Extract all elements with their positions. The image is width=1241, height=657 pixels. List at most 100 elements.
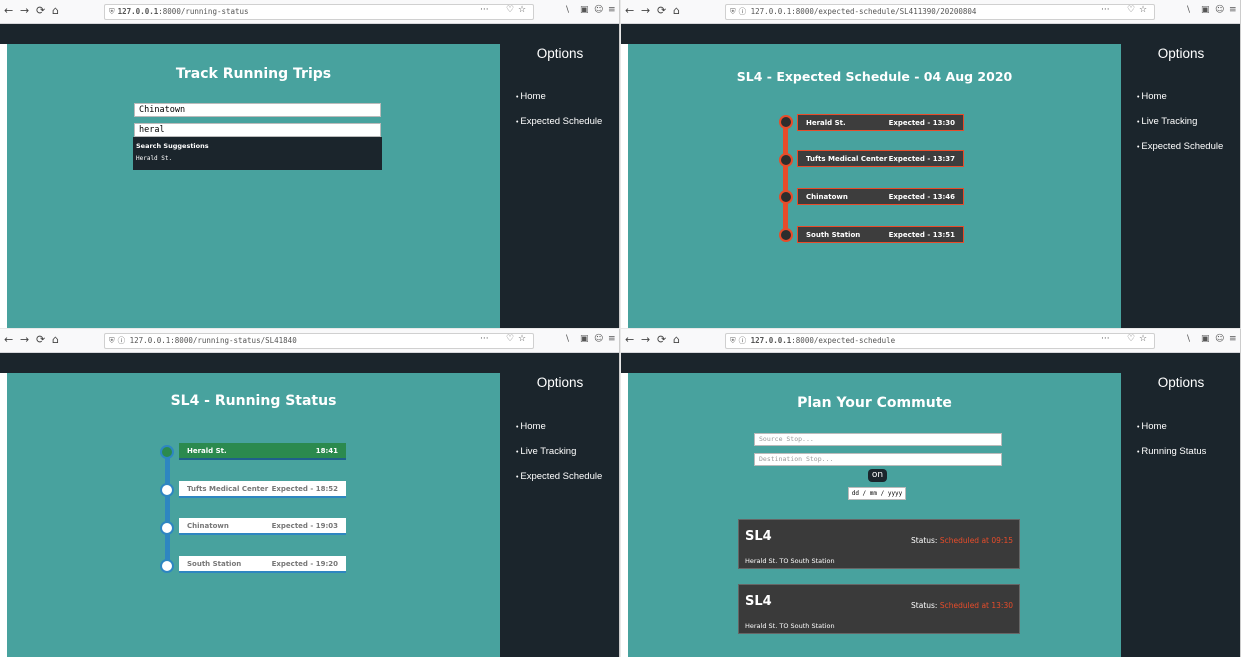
sidebar-icon[interactable]: ▣ — [1201, 5, 1210, 15]
pocket-icon[interactable]: ♡ — [1127, 5, 1135, 15]
more-icon[interactable]: ··· — [1101, 334, 1110, 344]
account-icon[interactable]: ☺ — [1215, 5, 1224, 15]
star-icon[interactable]: ☆ — [1139, 334, 1147, 344]
reload-icon[interactable]: ⟳ — [657, 4, 666, 18]
back-icon[interactable]: ← — [4, 4, 13, 18]
page-title: Track Running Trips — [175, 66, 332, 82]
stop-name: South Station — [806, 231, 861, 239]
destination-stop-input[interactable]: Destination Stop... — [754, 453, 1002, 466]
shield-icon: ⛨ — [730, 336, 736, 345]
url-host: 127.0.0.1 — [117, 7, 159, 16]
back-icon[interactable]: ← — [4, 333, 13, 347]
nav-expected-schedule[interactable]: Expected Schedule — [516, 116, 602, 127]
stop-dot-current — [160, 445, 174, 459]
account-icon[interactable]: ☺ — [594, 334, 603, 344]
trip-direction: Herald St. TO South Station — [745, 557, 835, 565]
nav-expected-schedule[interactable]: Expected Schedule — [516, 471, 602, 482]
stop-time: 18:41 — [315, 447, 338, 455]
home-icon[interactable]: ⌂ — [52, 333, 59, 347]
more-icon[interactable]: ··· — [480, 5, 489, 15]
nav-home[interactable]: Home — [516, 421, 545, 432]
account-icon[interactable]: ☺ — [594, 5, 603, 15]
star-icon[interactable]: ☆ — [518, 334, 526, 344]
nav-running-status[interactable]: Running Status — [1137, 446, 1206, 457]
menu-icon[interactable]: ≡ — [608, 5, 616, 15]
star-icon[interactable]: ☆ — [518, 5, 526, 15]
on-button[interactable]: on — [868, 469, 887, 482]
library-icon[interactable]: \ — [566, 334, 569, 344]
nav-home[interactable]: Home — [1137, 91, 1166, 102]
library-icon[interactable]: \ — [566, 5, 569, 15]
options-sidebar: Options Home Running Status — [1121, 373, 1240, 657]
menu-icon[interactable]: ≡ — [1229, 334, 1237, 344]
trip-card[interactable]: SL4 Status: Scheduled at 09:15 Herald St… — [738, 519, 1020, 569]
forward-icon[interactable]: → — [20, 4, 29, 18]
url-host: 127.0.0.1 — [750, 7, 792, 16]
pocket-icon[interactable]: ♡ — [506, 334, 514, 344]
home-icon[interactable]: ⌂ — [673, 4, 680, 18]
url-bar[interactable]: ⛨ ⓘ 127.0.0.1:8000/expected-schedule — [725, 333, 1155, 349]
stop-dot — [779, 115, 793, 129]
home-icon[interactable]: ⌂ — [673, 333, 680, 347]
more-icon[interactable]: ··· — [480, 334, 489, 344]
stop-name: Tufts Medical Center — [187, 485, 269, 493]
destination-stop-input[interactable]: heral — [134, 123, 381, 137]
browser-toolbar: ← → ⟳ ⌂ ⛨ ⓘ 127.0.0.1:8000/expected-sched… — [621, 329, 1240, 353]
stop-time: Expected - 13:46 — [888, 193, 955, 201]
sidebar-icon[interactable]: ▣ — [580, 334, 589, 344]
options-sidebar: Options Home Live Tracking Expected Sche… — [1121, 44, 1240, 328]
trip-status: Status: Scheduled at 09:15 — [911, 536, 1013, 545]
browser-window-plan-commute: ← → ⟳ ⌂ ⛨ ⓘ 127.0.0.1:8000/expected-sched… — [621, 329, 1241, 657]
sidebar-icon[interactable]: ▣ — [580, 5, 589, 15]
suggestion-item[interactable]: Herald St. — [136, 155, 172, 162]
stop-name: Herald St. — [187, 447, 227, 455]
trip-route: SL4 — [745, 529, 772, 544]
stop-name: Tufts Medical Center — [806, 155, 888, 163]
library-icon[interactable]: \ — [1187, 334, 1190, 344]
stop-time: Expected - 19:03 — [271, 522, 338, 530]
page-title: SL4 - Running Status — [170, 393, 337, 409]
menu-icon[interactable]: ≡ — [1229, 5, 1237, 15]
more-icon[interactable]: ··· — [1101, 5, 1110, 15]
pocket-icon[interactable]: ♡ — [506, 5, 514, 15]
reload-icon[interactable]: ⟳ — [36, 4, 45, 18]
star-icon[interactable]: ☆ — [1139, 5, 1147, 15]
url-bar[interactable]: ⛨ ⓘ 127.0.0.1:8000/running-status/SL41840 — [104, 333, 534, 349]
sidebar-title: Options — [1157, 46, 1205, 61]
account-icon[interactable]: ☺ — [1215, 334, 1224, 344]
sidebar-icon[interactable]: ▣ — [1201, 334, 1210, 344]
trip-card[interactable]: SL4 Status: Scheduled at 13:30 Herald St… — [738, 584, 1020, 634]
source-stop-input[interactable]: Chinatown — [134, 103, 381, 117]
back-icon[interactable]: ← — [625, 333, 634, 347]
forward-icon[interactable]: → — [641, 333, 650, 347]
stop-dot — [779, 153, 793, 167]
home-icon[interactable]: ⌂ — [52, 4, 59, 18]
menu-icon[interactable]: ≡ — [608, 334, 616, 344]
status-label: Status: — [911, 601, 938, 610]
nav-live-tracking[interactable]: Live Tracking — [1137, 116, 1197, 127]
url-path: :8000/expected-schedule/SL411390/2020080… — [791, 7, 977, 16]
library-icon[interactable]: \ — [1187, 5, 1190, 15]
stop-card: South Station Expected - 13:51 — [797, 226, 964, 243]
reload-icon[interactable]: ⟳ — [36, 333, 45, 347]
back-icon[interactable]: ← — [625, 4, 634, 18]
pocket-icon[interactable]: ♡ — [1127, 334, 1135, 344]
nav-home[interactable]: Home — [1137, 421, 1166, 432]
date-input[interactable]: dd / mm / yyyy — [848, 487, 906, 500]
url-bar[interactable]: ⛨ 127.0.0.1:8000/running-status — [104, 4, 534, 20]
browser-window-running-status-detail: ← → ⟳ ⌂ ⛨ ⓘ 127.0.0.1:8000/running-status… — [0, 329, 620, 657]
nav-home[interactable]: Home — [516, 91, 545, 102]
reload-icon[interactable]: ⟳ — [657, 333, 666, 347]
page-title: SL4 - Expected Schedule - 04 Aug 2020 — [736, 69, 1013, 84]
shield-icon: ⛨ — [730, 7, 736, 16]
stop-card: Herald St. Expected - 13:30 — [797, 114, 964, 131]
stop-name: Chinatown — [806, 193, 848, 201]
forward-icon[interactable]: → — [20, 333, 29, 347]
url-bar[interactable]: ⛨ ⓘ 127.0.0.1:8000/expected-schedule/SL41… — [725, 4, 1155, 20]
stop-time: Expected - 13:30 — [888, 119, 955, 127]
nav-expected-schedule[interactable]: Expected Schedule — [1137, 141, 1223, 152]
forward-icon[interactable]: → — [641, 4, 650, 18]
stop-time: Expected - 13:37 — [888, 155, 955, 163]
source-stop-input[interactable]: Source Stop... — [754, 433, 1002, 446]
nav-live-tracking[interactable]: Live Tracking — [516, 446, 576, 457]
